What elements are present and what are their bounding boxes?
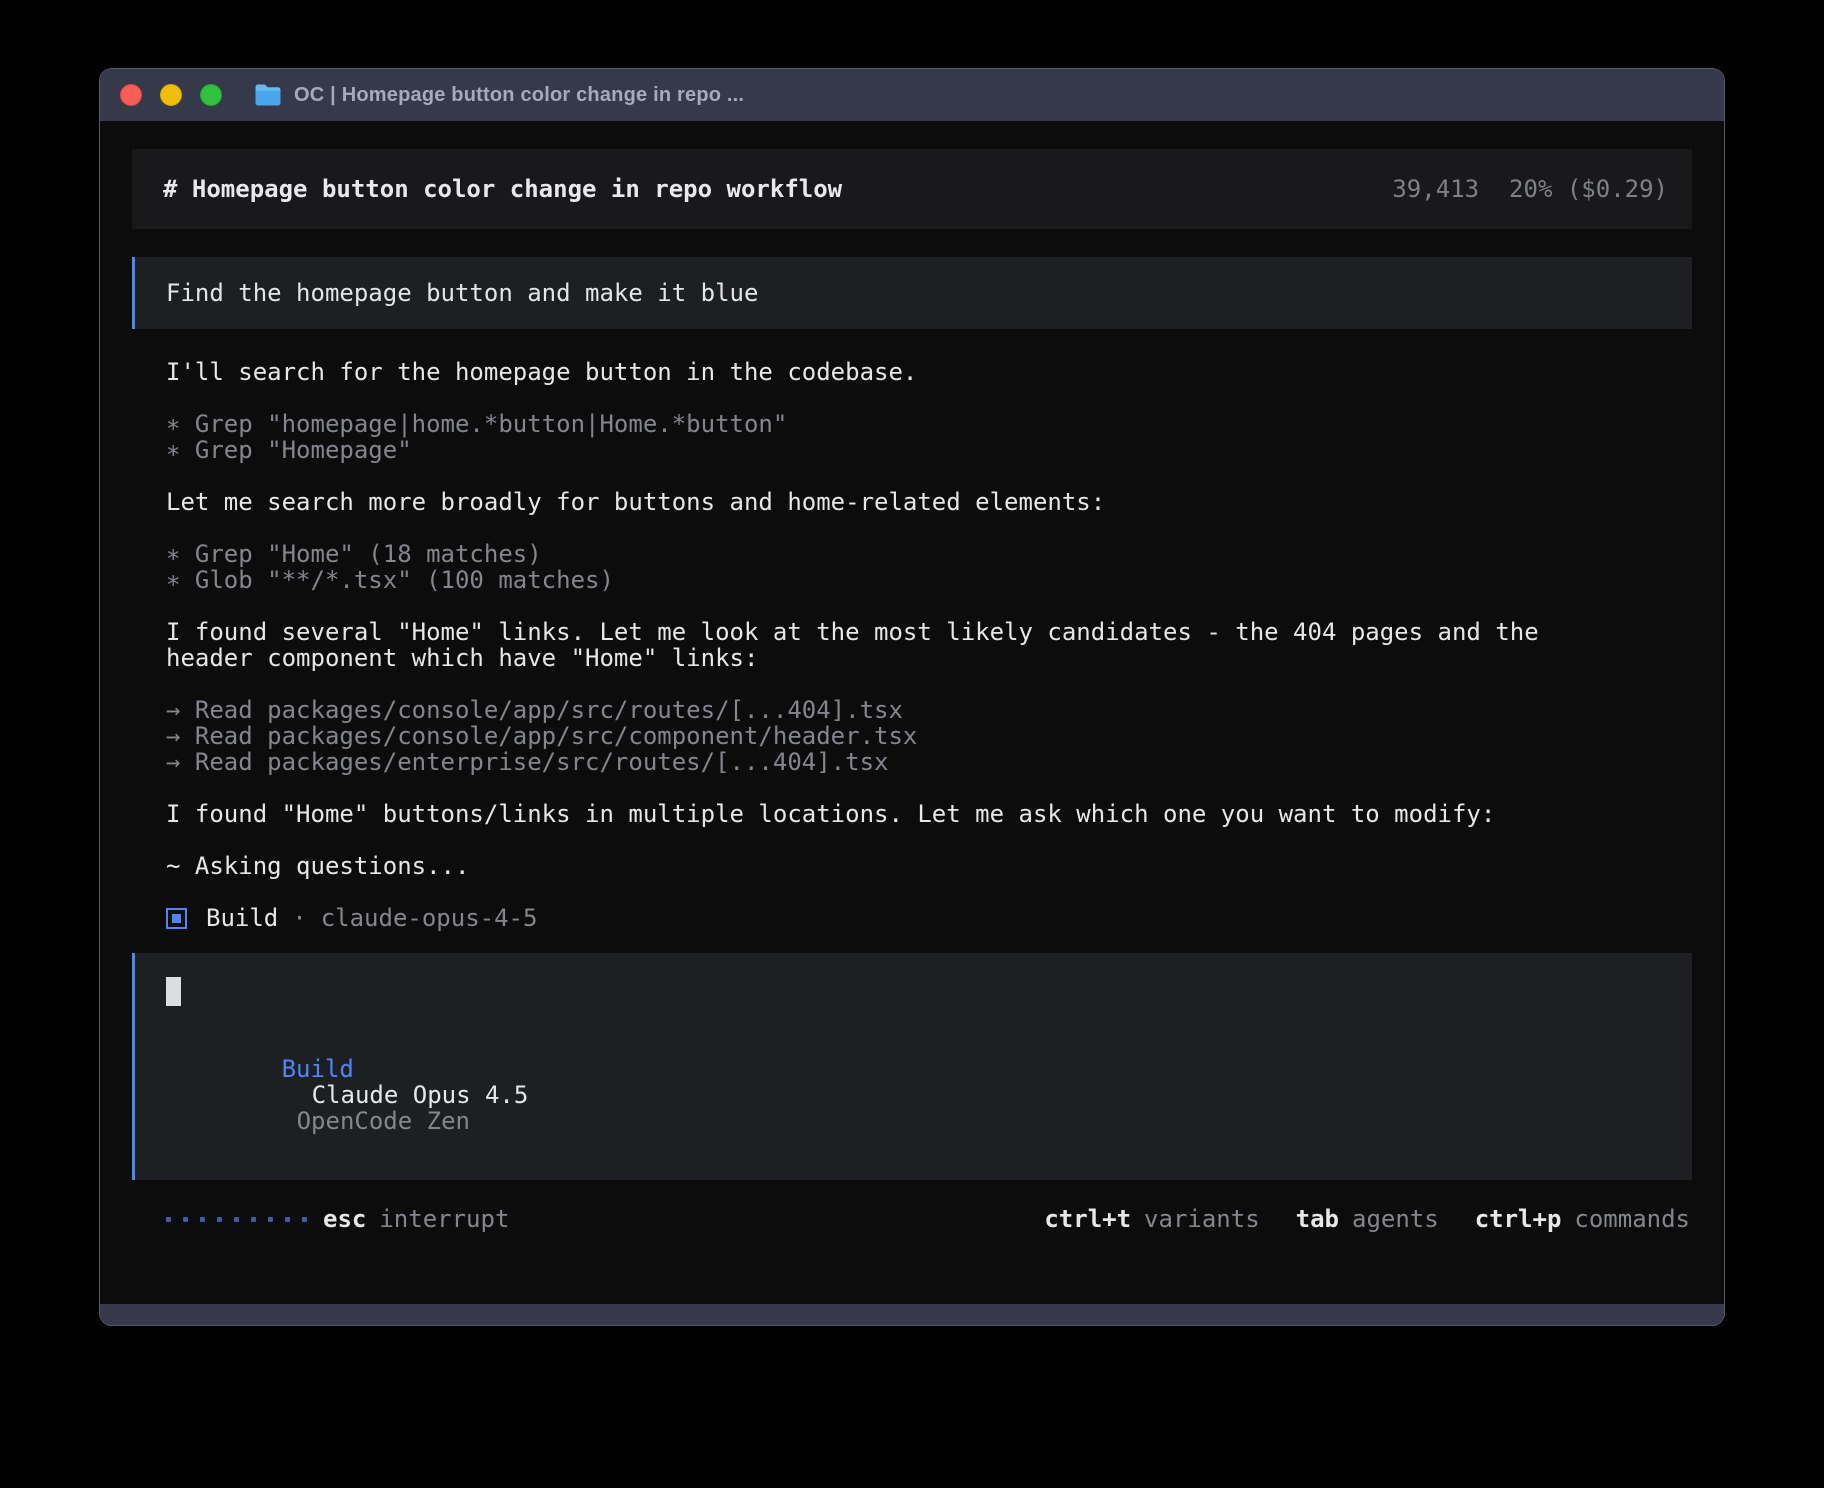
assistant-text: I found several "Home" links. Let me loo… bbox=[166, 619, 1692, 671]
footer-hints: ctrl+t variants tab agents ctrl+p commands bbox=[1044, 1206, 1690, 1232]
model-name[interactable]: Claude Opus 4.5 bbox=[312, 1081, 529, 1109]
footer-hint-commands: ctrl+p commands bbox=[1475, 1206, 1690, 1232]
hint-key: ctrl+t bbox=[1044, 1206, 1131, 1232]
zoom-button[interactable] bbox=[200, 84, 222, 106]
esc-label: interrupt bbox=[379, 1206, 509, 1232]
assistant-text-line: I found "Home" buttons/links in multiple… bbox=[166, 801, 1586, 827]
tool-call-line: ∗ Grep "Homepage" bbox=[166, 437, 1692, 463]
tool-call-line: ∗ Grep "homepage|home.*button|Home.*butt… bbox=[166, 411, 1692, 437]
session-title: # Homepage button color change in repo w… bbox=[163, 176, 842, 202]
tool-call-group: ∗ Grep "homepage|home.*button|Home.*butt… bbox=[166, 411, 1692, 463]
assistant-text: ~ Asking questions... bbox=[166, 853, 1692, 879]
assistant-text-line: I found several "Home" links. Let me loo… bbox=[166, 619, 1586, 671]
titlebar: OC | Homepage button color change in rep… bbox=[100, 69, 1724, 121]
progress-dot bbox=[251, 1217, 256, 1222]
status-footer: esc interrupt ctrl+tvariantstabagentsctr… bbox=[132, 1206, 1692, 1232]
token-count: 39,413 bbox=[1392, 176, 1479, 202]
esc-key: esc bbox=[323, 1206, 366, 1232]
progress-dot bbox=[183, 1217, 188, 1222]
agent-separator: · bbox=[292, 905, 306, 931]
agent-build-icon bbox=[166, 908, 187, 929]
tool-call-line: → Read packages/console/app/src/componen… bbox=[166, 723, 1692, 749]
footer-hint-agents: tab agents bbox=[1296, 1206, 1439, 1232]
text-cursor bbox=[166, 977, 181, 1006]
close-button[interactable] bbox=[120, 84, 142, 106]
progress-dot bbox=[302, 1217, 307, 1222]
agent-name: Build bbox=[206, 905, 278, 931]
context-usage: 20% ($0.29) bbox=[1509, 176, 1668, 202]
progress-dot bbox=[217, 1217, 222, 1222]
hint-key: ctrl+p bbox=[1475, 1206, 1562, 1232]
model-row: Build Claude Opus 4.5 OpenCode Zen bbox=[166, 1030, 1661, 1160]
progress-dot bbox=[268, 1217, 273, 1222]
transcript: I'll search for the homepage button in t… bbox=[166, 359, 1692, 879]
assistant-text: Let me search more broadly for buttons a… bbox=[166, 489, 1692, 515]
agent-model: claude-opus-4-5 bbox=[321, 905, 538, 931]
assistant-text-line: Let me search more broadly for buttons a… bbox=[166, 489, 1586, 515]
footer-hint-variants: ctrl+t variants bbox=[1044, 1206, 1259, 1232]
progress-dot bbox=[285, 1217, 290, 1222]
assistant-text: I'll search for the homepage button in t… bbox=[166, 359, 1692, 385]
footer-hint-interrupt: esc interrupt bbox=[323, 1206, 509, 1232]
assistant-text-line: ~ Asking questions... bbox=[166, 853, 1586, 879]
terminal-content: # Homepage button color change in repo w… bbox=[100, 121, 1724, 1304]
mode-label[interactable]: Build bbox=[282, 1055, 354, 1083]
progress-dot bbox=[166, 1217, 171, 1222]
progress-dot bbox=[200, 1217, 205, 1222]
tool-call-group: → Read packages/console/app/src/routes/[… bbox=[166, 697, 1692, 775]
assistant-text: I found "Home" buttons/links in multiple… bbox=[166, 801, 1692, 827]
hint-key: tab bbox=[1296, 1206, 1339, 1232]
session-stats: 39,413 20% ($0.29) bbox=[1392, 176, 1668, 202]
progress-dots bbox=[166, 1217, 307, 1222]
assistant-text-line: I'll search for the homepage button in t… bbox=[166, 359, 1586, 385]
hint-label: commands bbox=[1574, 1206, 1690, 1232]
hint-label: agents bbox=[1352, 1206, 1439, 1232]
provider-name: OpenCode Zen bbox=[297, 1107, 470, 1135]
window-title: OC | Homepage button color change in rep… bbox=[294, 84, 744, 107]
prompt-input[interactable]: Build Claude Opus 4.5 OpenCode Zen bbox=[132, 953, 1692, 1180]
desktop: { "titlebar": { "title": "OC | Homepage … bbox=[0, 0, 1824, 1488]
agent-status-row: Build · claude-opus-4-5 bbox=[166, 905, 1692, 931]
tool-call-line: ∗ Grep "Home" (18 matches) bbox=[166, 541, 1692, 567]
user-message-text: Find the homepage button and make it blu… bbox=[166, 280, 758, 306]
session-header: # Homepage button color change in repo w… bbox=[132, 149, 1692, 229]
progress-dot bbox=[234, 1217, 239, 1222]
tool-call-line: → Read packages/console/app/src/routes/[… bbox=[166, 697, 1692, 723]
minimize-button[interactable] bbox=[160, 84, 182, 106]
folder-icon bbox=[254, 84, 282, 107]
user-message: Find the homepage button and make it blu… bbox=[132, 257, 1692, 329]
tool-call-line: ∗ Glob "**/*.tsx" (100 matches) bbox=[166, 567, 1692, 593]
terminal-window: OC | Homepage button color change in rep… bbox=[99, 68, 1725, 1326]
tool-call-line: → Read packages/enterprise/src/routes/[.… bbox=[166, 749, 1692, 775]
window-bottom-bar bbox=[100, 1304, 1724, 1325]
hint-label: variants bbox=[1144, 1206, 1260, 1232]
tool-call-group: ∗ Grep "Home" (18 matches)∗ Glob "**/*.t… bbox=[166, 541, 1692, 593]
